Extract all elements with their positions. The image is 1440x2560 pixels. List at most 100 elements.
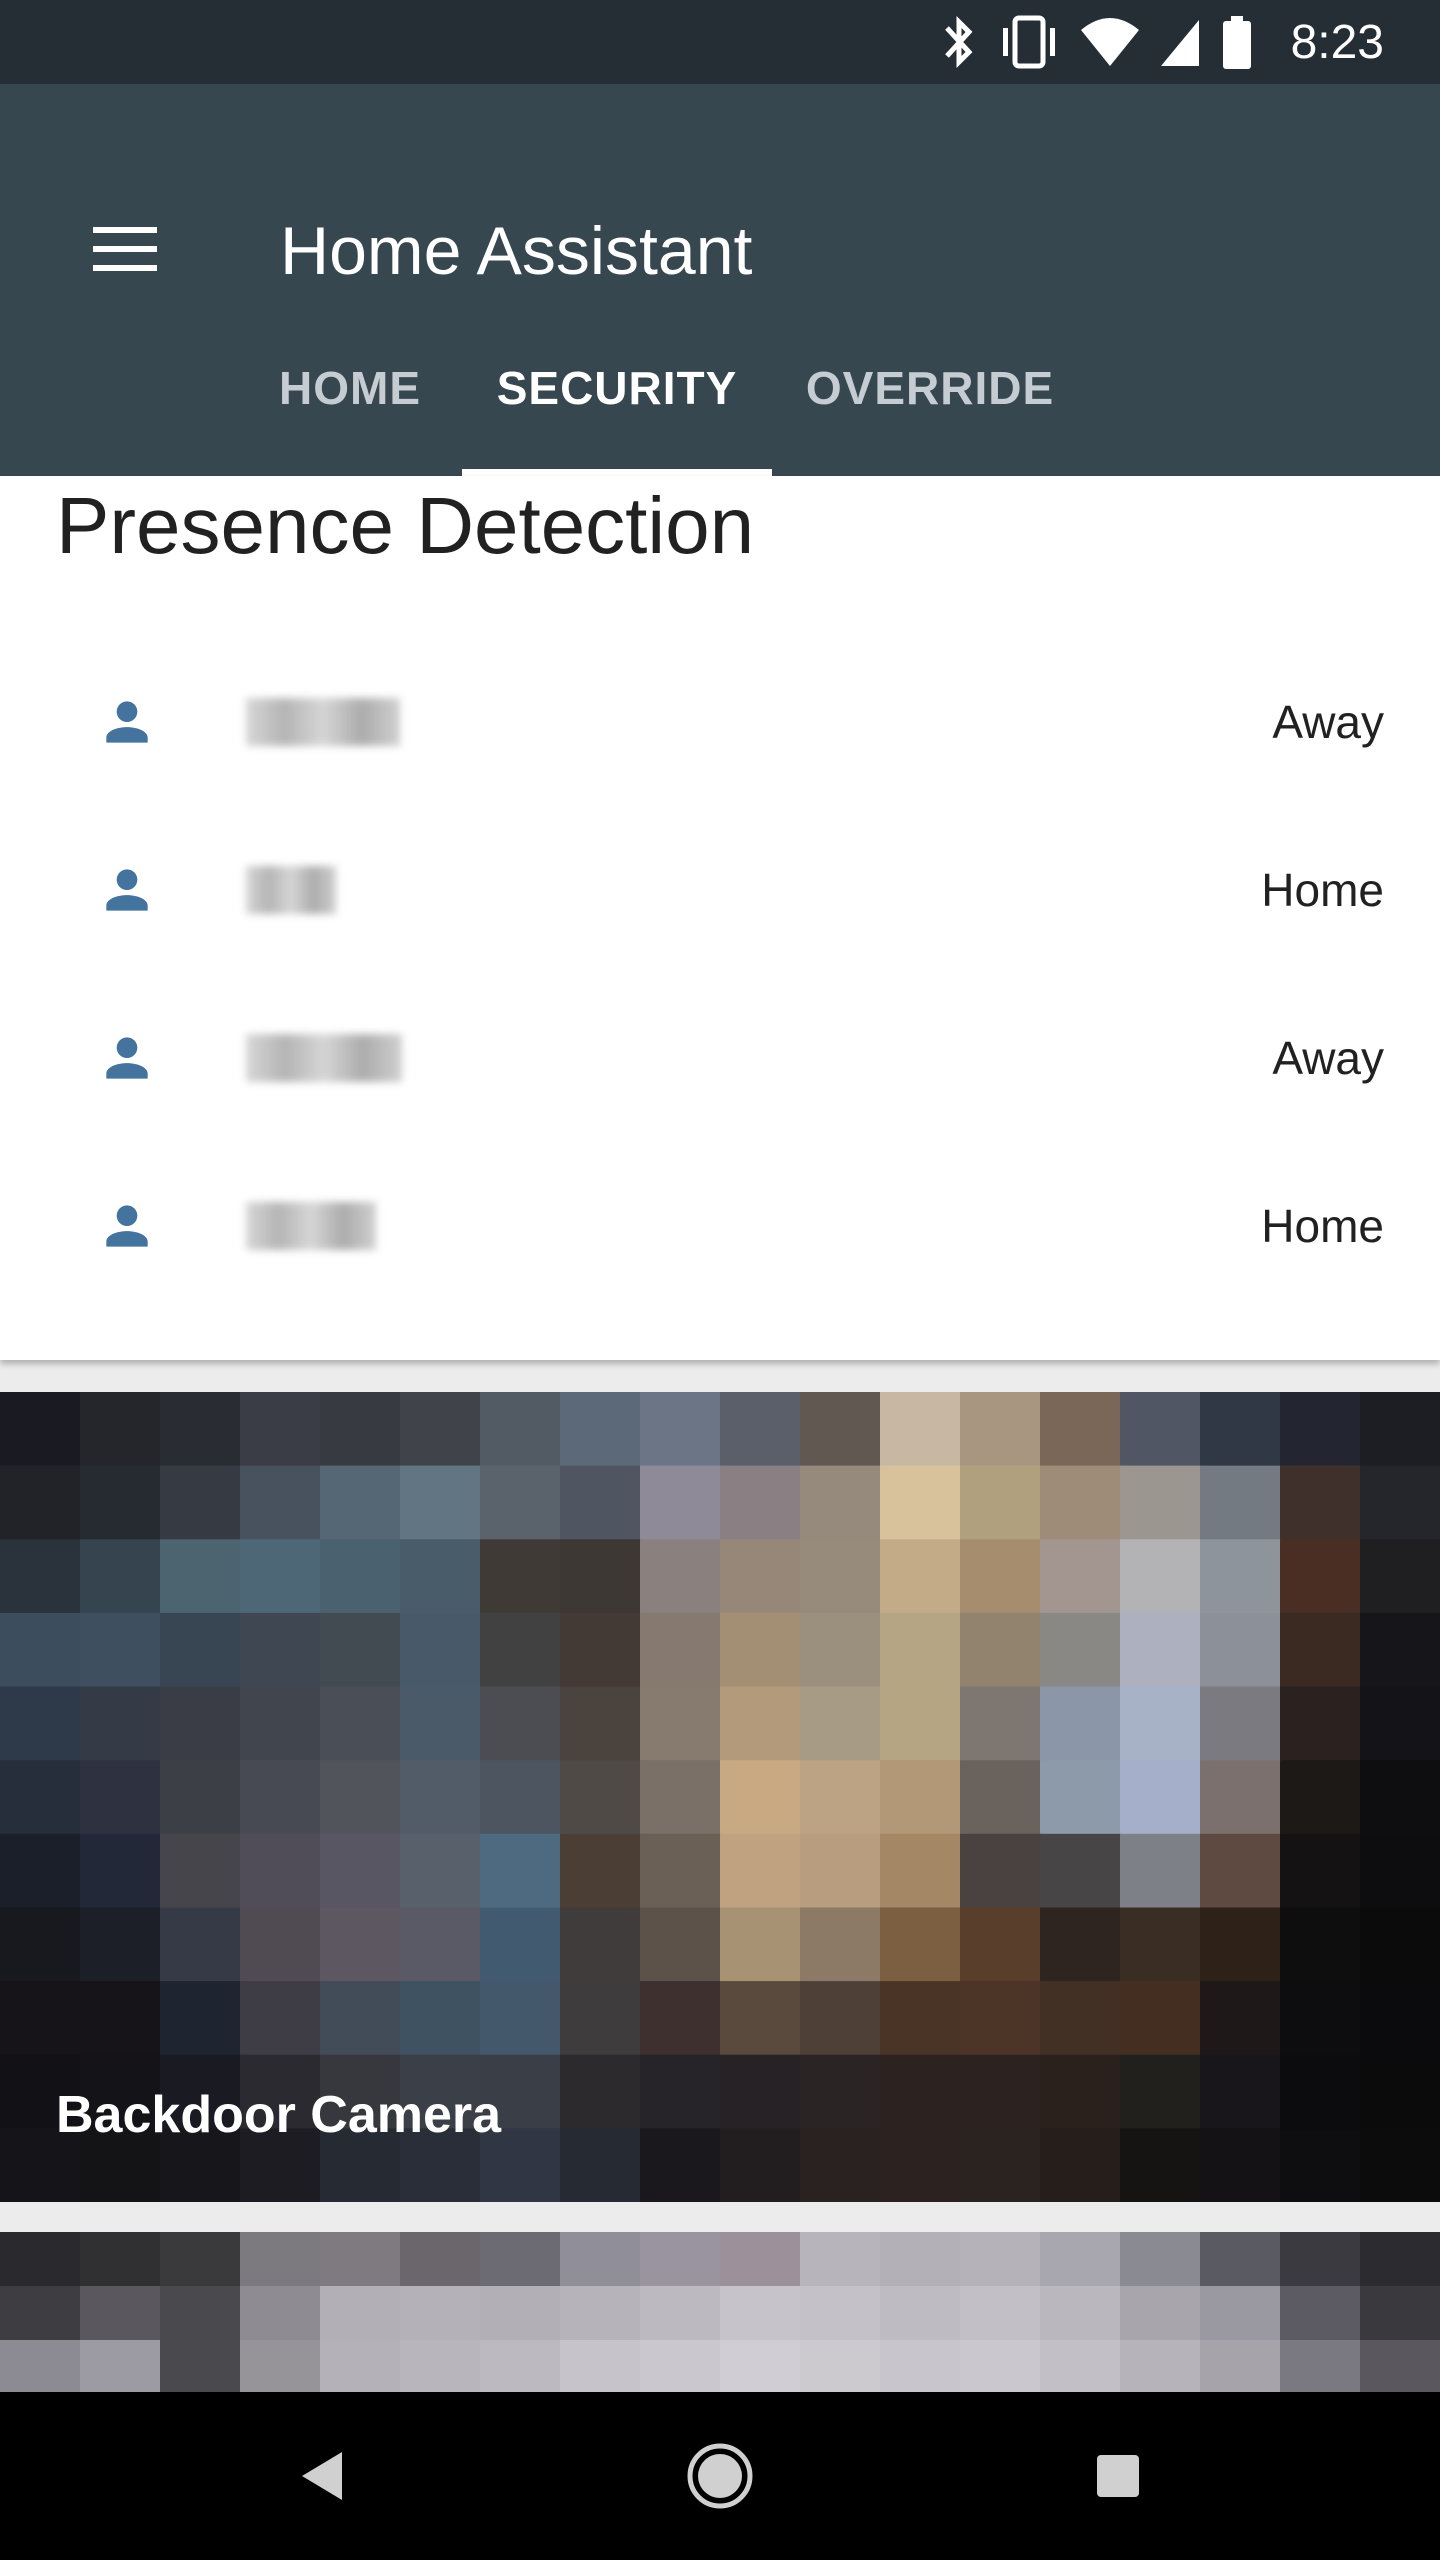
camera-pixel	[80, 1392, 161, 1467]
camera-pixel	[160, 1833, 241, 1909]
wifi-icon	[1080, 18, 1139, 66]
camera-pixel	[1120, 2340, 1201, 2392]
camera-pixel	[640, 1833, 721, 1909]
camera-pixel	[640, 2128, 721, 2202]
card-title: Presence Detection	[56, 481, 755, 570]
camera-pixel	[240, 1833, 321, 1909]
camera-pixel	[1120, 1760, 1201, 1835]
camera-pixel	[480, 1760, 561, 1835]
camera-card[interactable]	[0, 1392, 1440, 2202]
camera-pixel	[640, 1612, 721, 1688]
camera-pixel	[1040, 1612, 1121, 1688]
camera-pixel	[1200, 1981, 1281, 2056]
camera-pixel	[80, 1760, 161, 1835]
camera-pixel	[240, 2340, 321, 2392]
camera-pixel	[1280, 1760, 1361, 1835]
camera-pixel	[880, 1760, 961, 1835]
camera-pixel	[480, 1833, 561, 1909]
camera-pixel	[400, 1465, 481, 1541]
camera-pixel	[1120, 1981, 1201, 2056]
camera-pixel	[1120, 1539, 1201, 1614]
home-icon	[687, 2443, 753, 2509]
camera-pixel	[240, 1612, 321, 1688]
camera-pixel	[0, 1833, 81, 1909]
tab-home[interactable]: HOME	[248, 300, 452, 476]
camera-pixel	[160, 1465, 241, 1541]
back-button[interactable]	[222, 2392, 422, 2560]
camera-pixel	[1280, 1465, 1361, 1541]
camera-pixel	[320, 1981, 401, 2056]
camera-pixel	[1040, 1760, 1121, 1835]
camera-pixel	[960, 2128, 1041, 2202]
list-item[interactable]: Away	[0, 638, 1440, 806]
camera-pixel	[1280, 1686, 1361, 1762]
camera-pixel	[640, 1760, 721, 1835]
camera-pixel	[960, 1465, 1041, 1541]
camera-pixel	[1360, 1392, 1440, 1467]
recents-button[interactable]	[1018, 2392, 1218, 2560]
person-state: Home	[1261, 1200, 1384, 1252]
camera-pixel	[880, 1686, 961, 1762]
camera-pixel	[400, 1686, 481, 1762]
list-item[interactable]: Away	[0, 974, 1440, 1142]
camera-pixel	[880, 1392, 961, 1467]
person-icon	[106, 869, 148, 911]
camera-pixel	[80, 1539, 161, 1614]
camera-pixel	[720, 2054, 801, 2130]
camera-pixel	[80, 1981, 161, 2056]
menu-button[interactable]	[60, 184, 190, 314]
presence-detection-card: Presence Detection Away Home Away Home	[0, 476, 1440, 1360]
camera-pixel	[1280, 2054, 1361, 2130]
camera-pixel	[320, 1907, 401, 1983]
camera-pixel	[1280, 2128, 1361, 2202]
camera-pixel	[320, 2340, 401, 2392]
list-item[interactable]: Home	[0, 806, 1440, 974]
camera-pixel	[1360, 2054, 1440, 2130]
camera-pixel	[160, 1539, 241, 1614]
camera-pixel	[560, 1907, 641, 1983]
camera-pixel	[960, 1392, 1041, 1467]
camera-pixel	[240, 1539, 321, 1614]
bluetooth-icon	[944, 15, 973, 69]
camera-pixel	[80, 1465, 161, 1541]
camera-pixel	[720, 2340, 801, 2392]
camera-pixel	[1120, 1907, 1201, 1983]
camera-pixel	[1360, 1907, 1440, 1983]
camera-title: Backdoor Camera	[56, 2086, 502, 2144]
camera-pixel	[480, 1907, 561, 1983]
camera-pixel	[400, 1833, 481, 1909]
person-name-redacted	[246, 866, 336, 914]
camera-pixel	[720, 1833, 801, 1909]
camera-pixel	[0, 1465, 81, 1541]
camera-pixel	[160, 1392, 241, 1467]
person-name-redacted	[246, 698, 400, 746]
camera-pixel	[400, 1907, 481, 1983]
camera-pixel	[320, 1539, 401, 1614]
tab-security[interactable]: SECURITY	[462, 300, 772, 476]
camera-pixel	[160, 2340, 241, 2392]
camera-pixel	[720, 1612, 801, 1688]
list-item[interactable]: Home	[0, 1142, 1440, 1310]
camera-pixel	[240, 1760, 321, 1835]
camera-pixel	[800, 1907, 881, 1983]
camera-pixel	[1120, 2054, 1201, 2130]
camera-pixel	[240, 1686, 321, 1762]
camera-pixel	[240, 1907, 321, 1983]
tab-override[interactable]: OVERRIDE	[790, 300, 1070, 476]
camera-pixel	[640, 1981, 721, 2056]
camera-pixel	[800, 1465, 881, 1541]
camera-pixel	[480, 2340, 561, 2392]
camera-pixel	[0, 1539, 81, 1614]
camera-card-partial[interactable]	[0, 2232, 1440, 2392]
camera-pixel	[1040, 2054, 1121, 2130]
camera-pixel	[80, 1907, 161, 1983]
camera-pixel	[1280, 1539, 1361, 1614]
home-button[interactable]	[620, 2392, 820, 2560]
camera-pixel	[480, 1981, 561, 2056]
cell-signal-icon	[1160, 20, 1199, 66]
camera-pixel	[1200, 1907, 1281, 1983]
camera-pixel	[800, 1833, 881, 1909]
camera-pixel	[880, 2054, 961, 2130]
camera-pixel	[1200, 1686, 1281, 1762]
camera-pixel	[1200, 1833, 1281, 1909]
